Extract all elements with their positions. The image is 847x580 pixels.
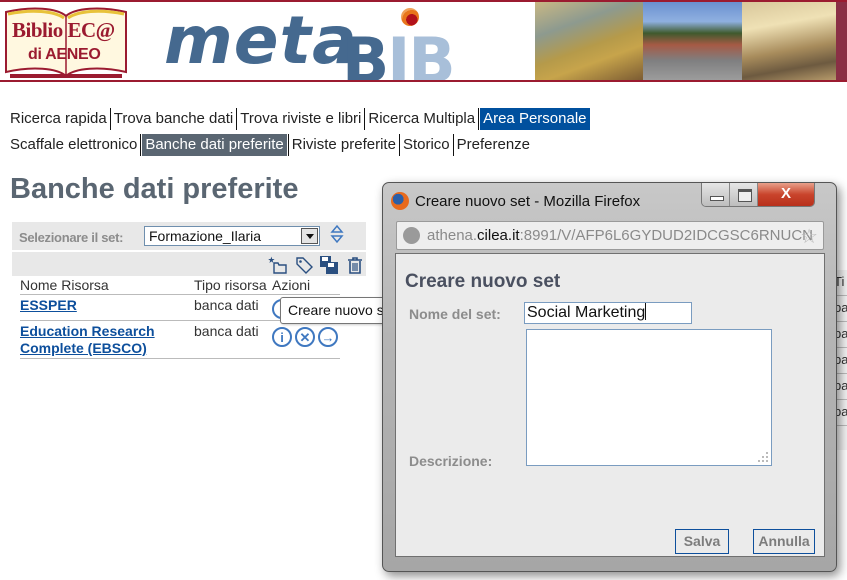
logo-text-line1: Biblio EC@ <box>12 18 115 42</box>
trash-icon[interactable] <box>345 255 365 275</box>
resource-link-line2: Complete (EBSCO) <box>20 340 147 356</box>
window-controls: X <box>701 183 815 207</box>
campus-building-photo <box>643 2 742 80</box>
nav-separator <box>140 134 142 156</box>
save-icon[interactable] <box>319 255 339 275</box>
nav-ricerca-multipla[interactable]: Ricerca Multipla <box>366 108 477 130</box>
resource-type: banca dati <box>194 297 259 313</box>
nav-separator <box>398 134 400 156</box>
url-bar[interactable]: athena.cilea.it:8991/V/AFP6L6GYDUD2IDCGS… <box>396 221 824 250</box>
row-actions: i ✕ → <box>272 327 338 347</box>
logo-bib-text: BIB <box>342 24 456 82</box>
tag-icon[interactable] <box>294 255 314 275</box>
nav-separator <box>452 134 454 156</box>
column-header-name: Nome Risorsa <box>20 277 109 293</box>
url-suffix: :8991/V/AFP6L6GYDUD2IDCGSC6RNUCN <box>519 227 814 244</box>
subnav-preferenze[interactable]: Preferenze <box>455 134 532 156</box>
set-name-value: Social Marketing <box>527 304 646 321</box>
table-row: Education Research Complete (EBSCO) banc… <box>20 321 340 359</box>
set-name-label: Nome del set: <box>409 306 501 322</box>
photo-strip-edge <box>836 2 847 80</box>
firefox-popup-window: Creare nuovo set - Mozilla Firefox X ath… <box>382 182 837 572</box>
nav-ricerca-rapida[interactable]: Ricerca rapida <box>8 108 109 130</box>
resource-type: banca dati <box>194 323 259 339</box>
new-set-icon[interactable] <box>268 255 288 275</box>
resize-grip-icon[interactable] <box>757 451 769 463</box>
site-banner: Biblio EC@ di AENEO meta BIB <box>0 0 847 82</box>
column-header-type: Tipo risorsa <box>194 277 267 293</box>
reading-room-photo <box>742 2 836 80</box>
minimize-button[interactable] <box>702 183 730 206</box>
resource-link[interactable]: Education Research Complete (EBSCO) <box>20 323 155 357</box>
set-selector-bar: Selezionare il set: Formazione_Ilaria <box>12 222 366 250</box>
set-select[interactable]: Formazione_Ilaria <box>144 226 320 246</box>
nav-separator <box>236 108 238 130</box>
nav-trova-banche-dati[interactable]: Trova banche dati <box>112 108 236 130</box>
cancel-button[interactable]: Annulla <box>753 529 815 554</box>
description-textarea[interactable] <box>526 329 772 466</box>
text-caret <box>645 303 647 320</box>
nav-separator <box>364 108 366 130</box>
popup-heading: Creare nuovo set <box>405 271 561 292</box>
nav-trova-riviste-libri[interactable]: Trova riviste e libri <box>238 108 363 130</box>
library-interior-photo <box>535 2 643 80</box>
set-actions-toolbar <box>12 252 366 276</box>
biblioteca-logo[interactable]: Biblio EC@ di AENEO <box>2 6 130 78</box>
logo-meta-text: meta <box>164 2 358 79</box>
nav-area-personale[interactable]: Area Personale <box>480 108 590 130</box>
set-selector-label: Selezionare il set: <box>19 230 124 245</box>
bookmark-star-icon[interactable]: ☆ <box>800 224 818 249</box>
go-arrow-icon[interactable]: → <box>318 327 338 347</box>
remove-icon[interactable]: ✕ <box>295 327 315 347</box>
window-title: Creare nuovo set - Mozilla Firefox <box>415 193 641 210</box>
subnav-banche-dati-preferite[interactable]: Banche dati preferite <box>142 134 287 156</box>
maximize-button[interactable] <box>730 183 758 206</box>
save-button[interactable]: Salva <box>675 529 729 554</box>
banner-photos <box>535 2 847 80</box>
firefox-icon <box>391 192 409 210</box>
resource-link-line1: Education Research <box>20 323 155 339</box>
primary-nav: Ricerca rapida Trova banche dati Trova r… <box>8 108 590 130</box>
subnav-scaffale-elettronico[interactable]: Scaffale elettronico <box>8 134 139 156</box>
globe-icon <box>403 227 420 244</box>
set-name-input[interactable]: Social Marketing <box>524 302 692 324</box>
column-header-actions: Azioni <box>272 277 311 293</box>
sort-up-down-icon[interactable] <box>330 223 344 245</box>
info-icon[interactable]: i <box>272 327 292 347</box>
url-prefix: athena. <box>427 227 478 244</box>
close-button[interactable]: X <box>758 183 814 206</box>
url-text: athena.cilea.it:8991/V/AFP6L6GYDUD2IDCGS… <box>427 227 813 244</box>
popup-content: Creare nuovo set Nome del set: Social Ma… <box>395 253 825 557</box>
dropdown-arrow-icon[interactable] <box>301 228 318 244</box>
nav-separator <box>478 108 480 130</box>
secondary-nav: Scaffale elettronico Banche dati preferi… <box>8 134 532 156</box>
page-title: Banche dati preferite <box>10 173 299 205</box>
nav-separator <box>109 108 111 130</box>
logo-text-line2: di AENEO <box>28 46 101 63</box>
resource-link[interactable]: ESSPER <box>20 297 77 314</box>
subnav-riviste-preferite[interactable]: Riviste preferite <box>290 134 398 156</box>
set-select-value: Formazione_Ilaria <box>149 228 262 244</box>
description-label: Descrizione: <box>409 453 493 469</box>
subnav-storico[interactable]: Storico <box>401 134 452 156</box>
url-domain: cilea.it <box>477 227 520 244</box>
metabib-logo[interactable]: meta BIB <box>160 2 490 82</box>
nav-separator <box>287 134 289 156</box>
table-header: Nome Risorsa Tipo risorsa Azioni <box>20 276 340 295</box>
